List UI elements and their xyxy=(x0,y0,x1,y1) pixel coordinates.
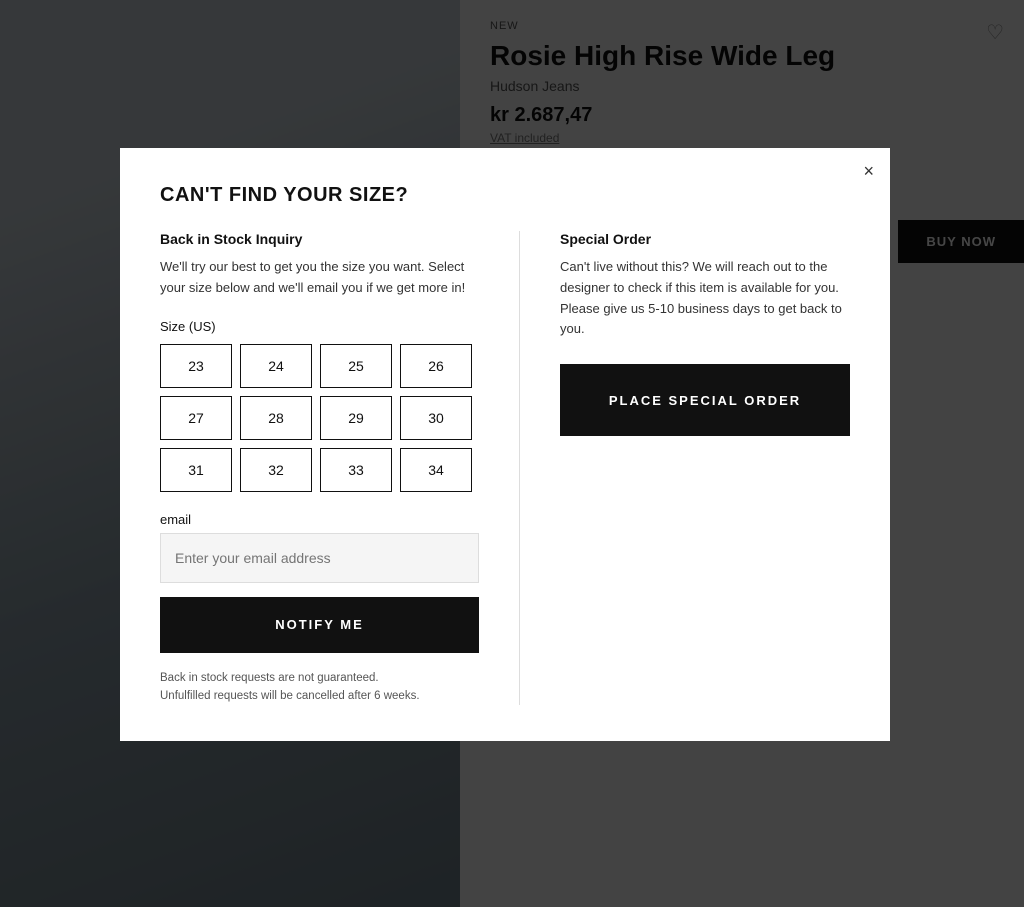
modal-close-button[interactable]: × xyxy=(863,162,874,180)
size-label: Size (US) xyxy=(160,319,479,334)
size-btn-23[interactable]: 23 xyxy=(160,344,232,388)
size-btn-24[interactable]: 24 xyxy=(240,344,312,388)
size-btn-28[interactable]: 28 xyxy=(240,396,312,440)
special-order-description: Can't live without this? We will reach o… xyxy=(560,257,850,340)
modal-title: CAN'T FIND YOUR SIZE? xyxy=(160,184,850,207)
email-input[interactable] xyxy=(160,533,479,583)
place-special-order-button[interactable]: PLACE SPECIAL ORDER xyxy=(560,364,850,436)
size-btn-32[interactable]: 32 xyxy=(240,448,312,492)
special-order-title: Special Order xyxy=(560,231,850,247)
back-in-stock-section: Back in Stock Inquiry We'll try our best… xyxy=(160,231,479,705)
size-btn-34[interactable]: 34 xyxy=(400,448,472,492)
size-grid: 23 24 25 26 27 28 29 30 31 32 33 34 xyxy=(160,344,479,492)
disclaimer-text: Back in stock requests are not guarantee… xyxy=(160,669,479,706)
disclaimer-line1: Back in stock requests are not guarantee… xyxy=(160,672,379,684)
size-btn-27[interactable]: 27 xyxy=(160,396,232,440)
size-btn-29[interactable]: 29 xyxy=(320,396,392,440)
size-btn-26[interactable]: 26 xyxy=(400,344,472,388)
special-order-section: Special Order Can't live without this? W… xyxy=(560,231,850,705)
modal-body: Back in Stock Inquiry We'll try our best… xyxy=(160,231,850,705)
cant-find-size-modal: × CAN'T FIND YOUR SIZE? Back in Stock In… xyxy=(120,148,890,741)
back-in-stock-title: Back in Stock Inquiry xyxy=(160,231,479,247)
size-btn-25[interactable]: 25 xyxy=(320,344,392,388)
section-divider xyxy=(519,231,520,705)
notify-me-button[interactable]: NOTIFY ME xyxy=(160,597,479,653)
disclaimer-line2: Unfulfilled requests will be cancelled a… xyxy=(160,690,420,702)
size-btn-30[interactable]: 30 xyxy=(400,396,472,440)
email-label: email xyxy=(160,512,479,527)
size-btn-33[interactable]: 33 xyxy=(320,448,392,492)
size-btn-31[interactable]: 31 xyxy=(160,448,232,492)
back-in-stock-description: We'll try our best to get you the size y… xyxy=(160,257,479,299)
